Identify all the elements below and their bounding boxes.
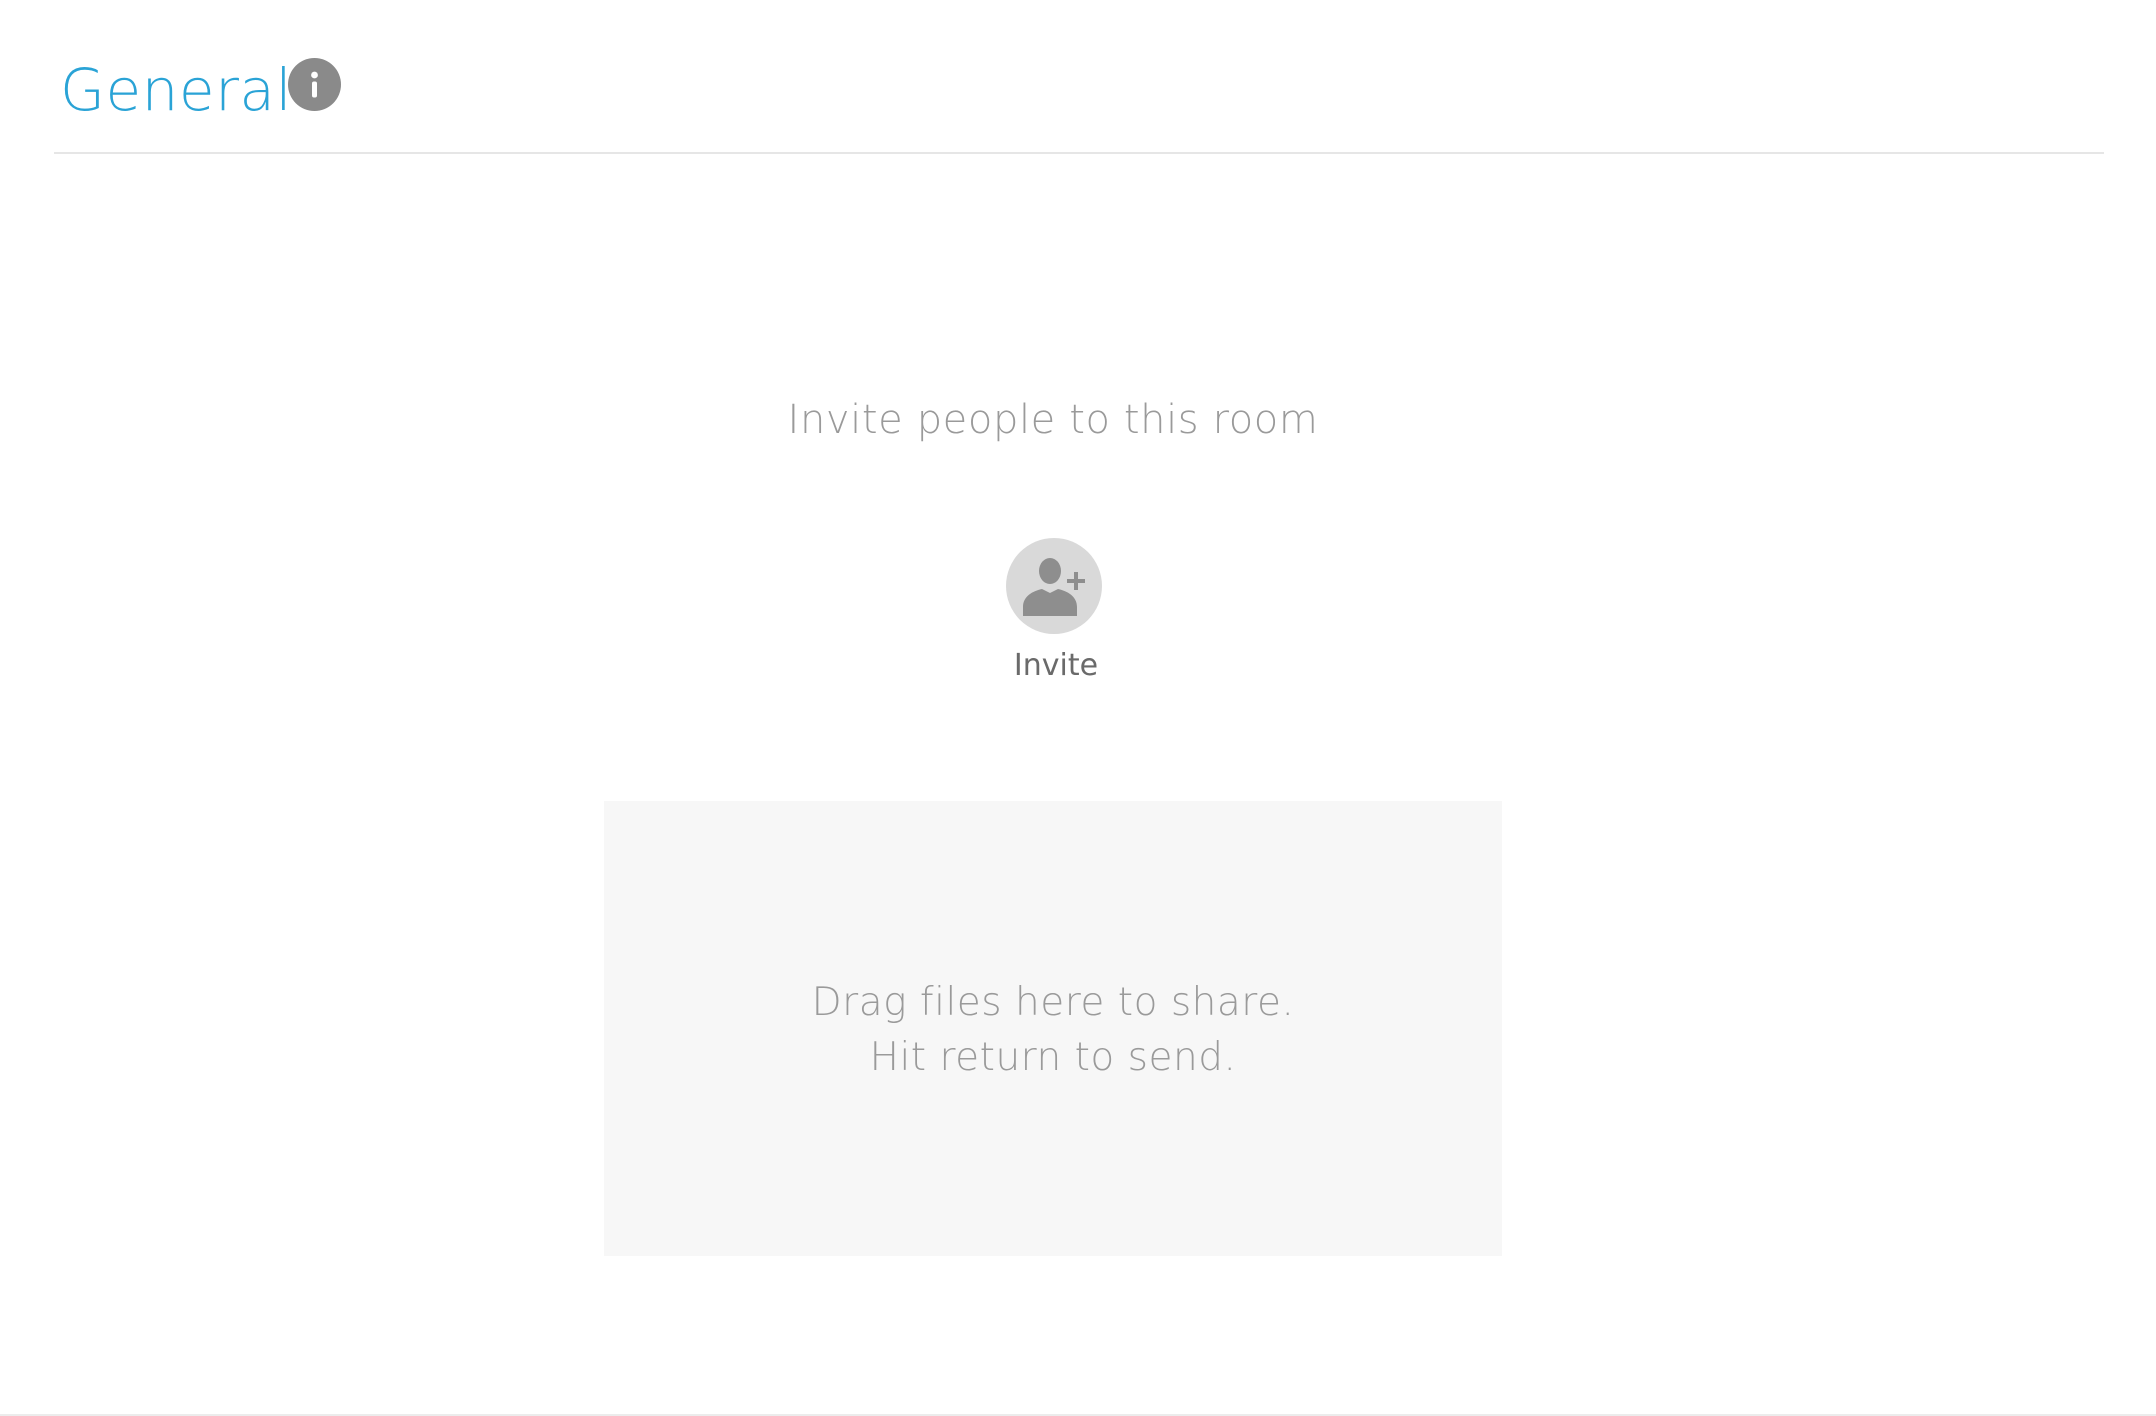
info-icon [288,58,341,111]
drop-zone-text-line-1: Drag files here to share. [811,980,1295,1025]
add-person-icon [1006,536,1102,637]
header-divider [54,152,2104,154]
drop-zone-text-line-2: Hit return to send. [869,1035,1237,1080]
room-header: General [0,0,2156,152]
room-title: General [60,56,293,124]
invite-heading: Invite people to this room [787,397,1319,443]
room-info-button[interactable] [288,58,341,111]
file-drop-zone[interactable]: Drag files here to share. Hit return to … [604,801,1502,1256]
invite-button[interactable] [1006,538,1102,634]
invite-label[interactable]: Invite [954,644,1158,688]
